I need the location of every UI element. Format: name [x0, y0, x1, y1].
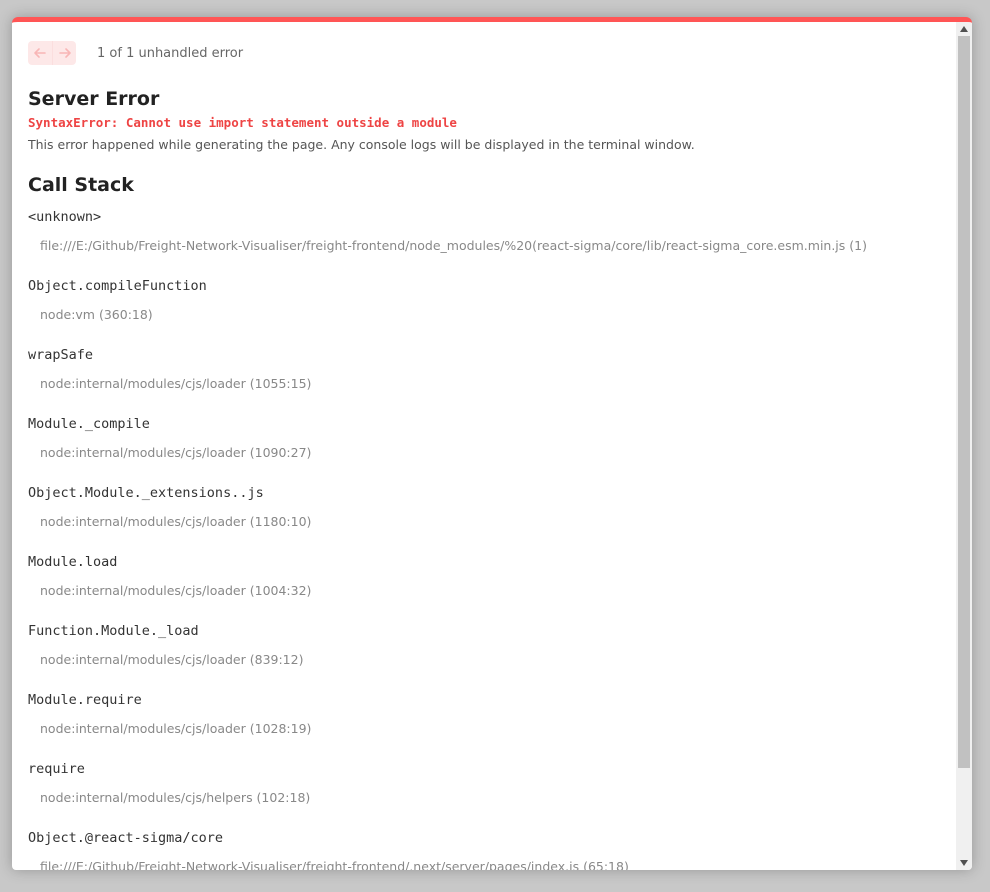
error-navigation: 1 of 1 unhandled error: [28, 40, 940, 66]
scroll-down-button[interactable]: [956, 856, 972, 870]
frame-function: Module.require: [28, 692, 142, 708]
next-error-button[interactable]: [52, 41, 76, 65]
stack-frame[interactable]: wrapSafe node:internal/modules/cjs/loade…: [28, 345, 940, 414]
frame-function: require: [28, 761, 85, 777]
arrow-right-icon: [58, 48, 71, 58]
error-nav-buttons: [28, 41, 76, 65]
stack-frame[interactable]: Module.load node:internal/modules/cjs/lo…: [28, 552, 940, 621]
frame-function: Object.@react-sigma/core: [28, 830, 224, 846]
error-description: This error happened while generating the…: [28, 137, 695, 152]
dialog-content: 1 of 1 unhandled error Server Error Synt…: [12, 22, 956, 870]
frame-function: <unknown>: [28, 209, 102, 225]
stack-frame[interactable]: require node:internal/modules/cjs/helper…: [28, 759, 940, 828]
stack-frame[interactable]: Module._compile node:internal/modules/cj…: [28, 414, 940, 483]
frame-location: file:///E:/Github/Freight-Network-Visual…: [40, 859, 629, 870]
frame-function: Module.load: [28, 554, 118, 570]
stack-frame[interactable]: Function.Module._load node:internal/modu…: [28, 621, 940, 690]
frame-location: node:internal/modules/cjs/loader (1090:2…: [40, 445, 312, 460]
arrow-left-icon: [34, 48, 46, 58]
triangle-up-icon: [960, 26, 968, 32]
call-stack-title: Call Stack: [28, 174, 134, 196]
frame-function: Function.Module._load: [28, 623, 199, 639]
frame-location: node:internal/modules/cjs/helpers (102:1…: [40, 790, 311, 805]
frame-function: Object.Module._extensions..js: [28, 485, 264, 501]
frame-location: node:internal/modules/cjs/loader (1055:1…: [40, 376, 312, 391]
error-title: Server Error: [28, 88, 160, 110]
stack-frame[interactable]: <unknown> file:///E:/Github/Freight-Netw…: [28, 207, 940, 276]
frame-location: node:internal/modules/cjs/loader (1028:1…: [40, 721, 312, 736]
scrollbar-thumb[interactable]: [958, 36, 970, 768]
stack-frame[interactable]: Object.@react-sigma/core file:///E:/Gith…: [28, 828, 940, 870]
frame-location: file:///E:/Github/Freight-Network-Visual…: [40, 238, 867, 253]
error-count: 1 of 1 unhandled error: [97, 45, 244, 61]
call-stack-frames: <unknown> file:///E:/Github/Freight-Netw…: [28, 207, 940, 870]
error-overlay-dialog: 1 of 1 unhandled error Server Error Synt…: [12, 17, 972, 870]
vertical-scrollbar[interactable]: [956, 22, 972, 870]
frame-location: node:internal/modules/cjs/loader (1180:1…: [40, 514, 312, 529]
triangle-down-icon: [960, 860, 968, 866]
scroll-up-button[interactable]: [956, 22, 972, 36]
frame-location: node:internal/modules/cjs/loader (839:12…: [40, 652, 304, 667]
frame-function: wrapSafe: [28, 347, 94, 363]
frame-location: node:vm (360:18): [40, 307, 153, 322]
stack-frame[interactable]: Object.compileFunction node:vm (360:18): [28, 276, 940, 345]
frame-function: Module._compile: [28, 416, 150, 432]
previous-error-button[interactable]: [28, 41, 52, 65]
stack-frame[interactable]: Module.require node:internal/modules/cjs…: [28, 690, 940, 759]
frame-function: Object.compileFunction: [28, 278, 207, 294]
frame-location: node:internal/modules/cjs/loader (1004:3…: [40, 583, 312, 598]
error-message: SyntaxError: Cannot use import statement…: [28, 115, 457, 130]
stack-frame[interactable]: Object.Module._extensions..js node:inter…: [28, 483, 940, 552]
